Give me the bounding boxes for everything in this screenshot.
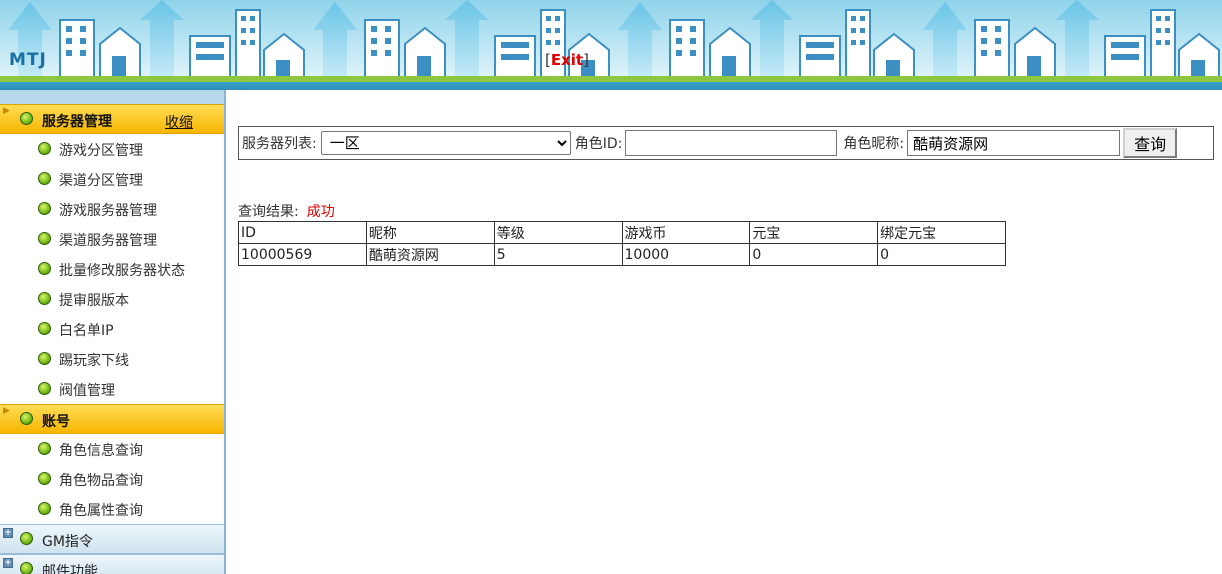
- sidebar-item-label: 角色属性查询: [59, 503, 143, 519]
- sidebar-section-server-management[interactable]: ▶ 服务器管理 收缩: [0, 104, 224, 134]
- column-header-bound-yuanbao: 绑定元宝: [877, 221, 1006, 244]
- cell-coins: 10000: [621, 243, 751, 266]
- sidebar-item-label: 渠道服务器管理: [59, 233, 157, 249]
- result-label: 查询结果:: [238, 204, 299, 220]
- sidebar-item-label: 渠道分区管理: [59, 173, 143, 189]
- sidebar-item-batch-server-status[interactable]: 批量修改服务器状态: [0, 254, 224, 284]
- green-bullet-icon: [38, 382, 51, 395]
- server-select[interactable]: 一区: [320, 131, 571, 155]
- sidebar-item-label: 角色物品查询: [59, 473, 143, 489]
- expand-plus-icon[interactable]: +: [3, 558, 13, 568]
- sidebar-item-review-version[interactable]: 提审服版本: [0, 284, 224, 314]
- table-row: 10000569 酷萌资源网 5 10000 0 0: [238, 243, 1006, 266]
- nickname-input[interactable]: [907, 130, 1121, 156]
- sidebar-item-threshold-management[interactable]: 阀值管理: [0, 374, 224, 404]
- app-logo: MTJ: [9, 50, 47, 70]
- sidebar-section-mail[interactable]: + 邮件功能: [0, 554, 224, 574]
- query-button[interactable]: 查询: [1123, 128, 1178, 158]
- column-header-yuanbao: 元宝: [749, 221, 879, 244]
- sidebar-section-gm-commands[interactable]: + GM指令: [0, 524, 224, 554]
- sidebar-item-label: 踢玩家下线: [59, 353, 129, 369]
- role-id-label: 角色ID:: [574, 136, 623, 152]
- header-banner: MTJ [Exit]: [0, 0, 1222, 90]
- exit-link-wrapper: [Exit]: [545, 51, 589, 69]
- section-title: 服务器管理: [42, 114, 112, 130]
- nickname-label: 角色昵称:: [843, 136, 905, 152]
- sidebar-section-account[interactable]: ▶ 账号: [0, 404, 224, 434]
- green-bullet-icon: [38, 352, 51, 365]
- green-bullet-icon: [38, 232, 51, 245]
- column-header-coins: 游戏币: [621, 221, 751, 244]
- green-bullet-icon: [38, 262, 51, 275]
- section-title: 账号: [42, 414, 70, 430]
- cell-id: 10000569: [238, 243, 367, 266]
- sidebar-item-whitelist-ip[interactable]: 白名单IP: [0, 314, 224, 344]
- sidebar-item-label: 游戏分区管理: [59, 143, 143, 159]
- sidebar-nav: ▶ 服务器管理 收缩 游戏分区管理 渠道分区管理 游戏服务器管理 渠道服务器管理…: [0, 90, 226, 574]
- green-bullet-icon: [38, 202, 51, 215]
- corner-marker-icon: ▶: [3, 406, 10, 416]
- result-status: 成功: [306, 204, 335, 220]
- role-id-input[interactable]: [625, 130, 838, 156]
- server-list-label: 服务器列表:: [242, 136, 317, 152]
- cell-level: 5: [493, 243, 623, 266]
- sidebar-item-label: 提审服版本: [59, 293, 129, 309]
- table-header-row: ID 昵称 等级 游戏币 元宝 绑定元宝: [238, 221, 1006, 244]
- column-header-id: ID: [238, 221, 367, 244]
- sidebar-item-label: 白名单IP: [59, 323, 114, 339]
- sidebar-item-role-info-query[interactable]: 角色信息查询: [0, 434, 224, 464]
- city-skyline-banner: [0, 0, 1222, 78]
- green-bullet-icon: [38, 172, 51, 185]
- green-bullet-icon: [20, 562, 33, 574]
- green-bullet-icon: [38, 142, 51, 155]
- green-bullet-icon: [20, 112, 33, 125]
- green-bullet-icon: [38, 292, 51, 305]
- section-title: GM指令: [42, 534, 93, 550]
- collapse-link[interactable]: 收缩: [165, 112, 193, 132]
- sidebar-item-role-items-query[interactable]: 角色物品查询: [0, 464, 224, 494]
- green-bullet-icon: [38, 442, 51, 455]
- cell-yuanbao: 0: [749, 243, 879, 266]
- sidebar-item-channel-zone-management[interactable]: 渠道分区管理: [0, 164, 224, 194]
- result-table: ID 昵称 等级 游戏币 元宝 绑定元宝 10000569 酷萌资源网 5 10…: [238, 221, 1006, 266]
- exit-bracket-close: ]: [583, 51, 589, 69]
- sidebar-item-label: 批量修改服务器状态: [59, 263, 185, 279]
- cell-bound-yuanbao: 0: [877, 243, 1006, 266]
- sidebar-item-label: 阀值管理: [59, 383, 115, 399]
- cell-nickname: 酷萌资源网: [365, 243, 495, 266]
- header-band: [0, 82, 1222, 90]
- result-status-line: 查询结果: 成功: [238, 201, 335, 221]
- sidebar-item-game-server-management[interactable]: 游戏服务器管理: [0, 194, 224, 224]
- sidebar-item-kick-player[interactable]: 踢玩家下线: [0, 344, 224, 374]
- green-bullet-icon: [38, 502, 51, 515]
- sidebar-top-strip: [0, 90, 224, 104]
- section-title: 邮件功能: [42, 564, 98, 574]
- sidebar-item-role-attributes-query[interactable]: 角色属性查询: [0, 494, 224, 524]
- green-bullet-icon: [20, 412, 33, 425]
- green-bullet-icon: [38, 472, 51, 485]
- expand-plus-icon[interactable]: +: [3, 528, 13, 538]
- exit-link[interactable]: Exit: [551, 51, 583, 69]
- sidebar-item-channel-server-management[interactable]: 渠道服务器管理: [0, 224, 224, 254]
- green-bullet-icon: [20, 532, 33, 545]
- search-bar: 服务器列表: 一区 角色ID: 角色昵称: 查询: [238, 126, 1214, 160]
- sidebar-item-label: 游戏服务器管理: [59, 203, 157, 219]
- green-bullet-icon: [38, 322, 51, 335]
- sidebar-item-game-zone-management[interactable]: 游戏分区管理: [0, 134, 224, 164]
- column-header-level: 等级: [493, 221, 623, 244]
- sidebar-item-label: 角色信息查询: [59, 443, 143, 459]
- corner-marker-icon: ▶: [3, 106, 10, 116]
- column-header-nickname: 昵称: [365, 221, 495, 244]
